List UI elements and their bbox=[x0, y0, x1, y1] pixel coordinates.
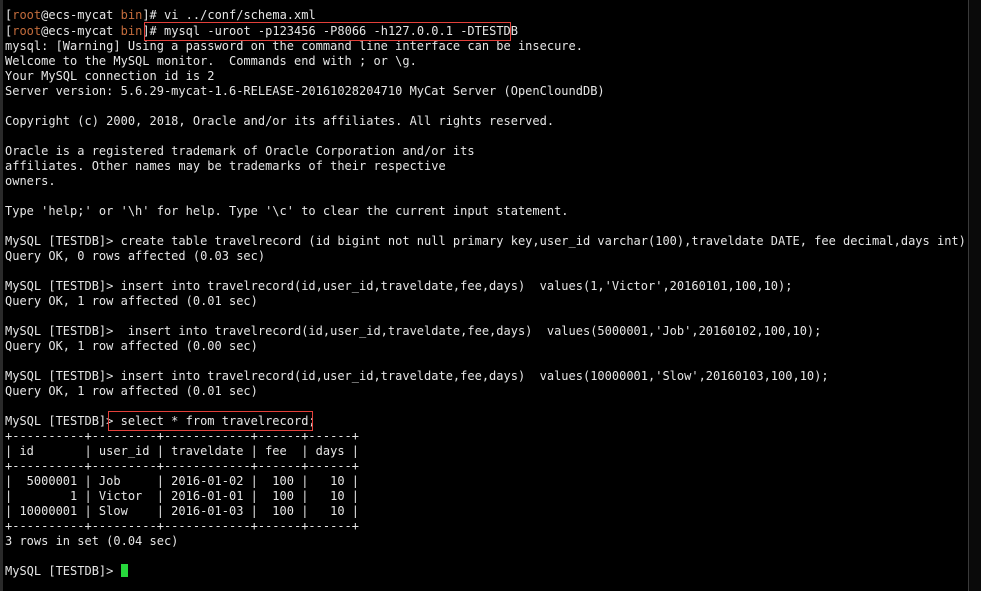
shell-command: vi ../conf/schema.xml bbox=[156, 8, 316, 22]
output-line: Copyright (c) 2000, 2018, Oracle and/or … bbox=[5, 114, 555, 128]
table-row: | 10000001 | Slow | 2016-01-03 | 100 | 1… bbox=[5, 504, 360, 518]
output-line: owners. bbox=[5, 174, 56, 188]
prompt-end: ]# bbox=[142, 24, 157, 38]
prompt-user: root bbox=[12, 8, 42, 22]
table-row: | 5000001 | Job | 2016-01-02 | 100 | 10 … bbox=[5, 474, 360, 488]
shell-prompt-line: [root@ecs-mycat bin]# mysql -uroot -p123… bbox=[5, 24, 518, 39]
output-line: Query OK, 1 row affected (0.01 sec) bbox=[5, 384, 258, 398]
text-cursor bbox=[120, 564, 128, 577]
prompt-directory: bin bbox=[120, 24, 143, 38]
output-line: Query OK, 0 rows affected (0.03 sec) bbox=[5, 249, 266, 263]
output-line: Query OK, 1 row affected (0.00 sec) bbox=[5, 339, 258, 353]
prompt-end: ]# bbox=[142, 8, 157, 22]
mysql-command-line: MySQL [TESTDB]> insert into travelrecord… bbox=[5, 369, 829, 383]
output-line: Type 'help;' or '\h' for help. Type '\c'… bbox=[5, 204, 569, 218]
mysql-command: select * from travelrecord; bbox=[120, 414, 316, 428]
table-border-line: +----------+---------+------------+-----… bbox=[5, 429, 360, 443]
output-line: affiliates. Other names may be trademark… bbox=[5, 159, 446, 173]
table-row: | 1 | Victor | 2016-01-01 | 100 | 10 | bbox=[5, 489, 360, 503]
table-header-row: | id | user_id | traveldate | fee | days… bbox=[5, 444, 360, 458]
mysql-prompt: MySQL [TESTDB]> bbox=[5, 414, 121, 428]
mysql-input-line[interactable]: MySQL [TESTDB]> bbox=[5, 564, 128, 579]
prompt-host: @ecs-mycat bbox=[41, 8, 121, 22]
prompt-user: root bbox=[12, 24, 42, 38]
mysql-command-line: MySQL [TESTDB]> create table travelrecor… bbox=[5, 234, 974, 248]
terminal-window[interactable]: [root@ecs-mycat bin]# vi ../conf/schema.… bbox=[0, 0, 981, 591]
table-border-line: +----------+---------+------------+-----… bbox=[5, 459, 360, 473]
mysql-command-line: MySQL [TESTDB]> insert into travelrecord… bbox=[5, 279, 793, 293]
output-line: Your MySQL connection id is 2 bbox=[5, 69, 215, 83]
prompt-host: @ecs-mycat bbox=[41, 24, 121, 38]
output-line: Oracle is a registered trademark of Orac… bbox=[5, 144, 475, 158]
output-line: mysql: [Warning] Using a password on the… bbox=[5, 39, 583, 53]
output-line: Query OK, 1 row affected (0.01 sec) bbox=[5, 294, 258, 308]
mysql-prompt: MySQL [TESTDB]> bbox=[5, 564, 121, 578]
output-line: Welcome to the MySQL monitor. Commands e… bbox=[5, 54, 417, 68]
scrollbar-track[interactable] bbox=[968, 0, 981, 591]
output-line: Server version: 5.6.29-mycat-1.6-RELEASE… bbox=[5, 84, 605, 98]
shell-prompt-line: [root@ecs-mycat bin]# vi ../conf/schema.… bbox=[5, 8, 316, 23]
window-left-edge bbox=[0, 0, 3, 591]
prompt-directory: bin bbox=[120, 8, 143, 22]
mysql-command-line: MySQL [TESTDB]> select * from travelreco… bbox=[5, 414, 316, 429]
shell-command: mysql -uroot -p123456 -P8066 -h127.0.0.1… bbox=[156, 24, 518, 38]
mysql-command-line: MySQL [TESTDB]> insert into travelrecord… bbox=[5, 324, 822, 338]
table-border-line: +----------+---------+------------+-----… bbox=[5, 519, 360, 533]
output-line: 3 rows in set (0.04 sec) bbox=[5, 534, 179, 548]
